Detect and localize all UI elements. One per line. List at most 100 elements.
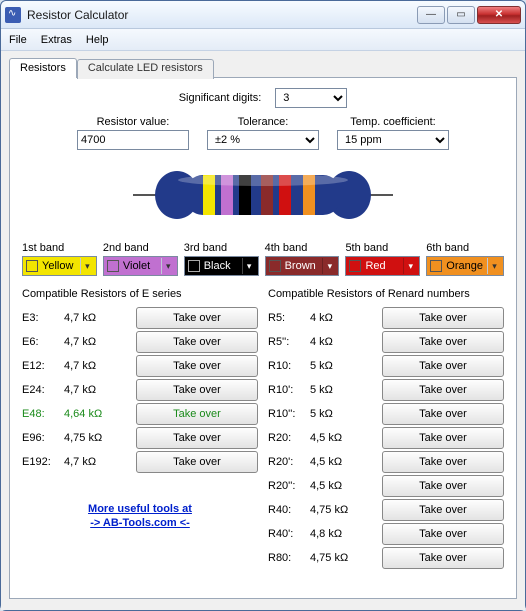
band4-label: 4th band [265,242,340,254]
series-label: R10'': [268,408,310,420]
chevron-down-icon: ▾ [242,258,256,274]
band1-label: 1st band [22,242,97,254]
series-label: R80: [268,552,310,564]
tolerance-group: Tolerance: ±2 % [207,116,319,150]
series-label: R10': [268,384,310,396]
take-over-button[interactable]: Take over [382,523,504,545]
app-icon [5,7,21,23]
tolerance-select[interactable]: ±2 % [207,130,319,150]
resistor-svg [133,160,393,230]
series-value: 5 kΩ [310,384,382,396]
close-button[interactable]: ✕ [477,6,521,24]
series-value: 4,7 kΩ [64,384,136,396]
resistor-value-label: Resistor value: [97,116,170,128]
band4-color-name: Brown [285,260,319,272]
eseries-row: E6:4,7 kΩTake over [22,330,258,354]
series-value: 4 kΩ [310,312,382,324]
series-label: E6: [22,336,64,348]
significant-digits-select[interactable]: 3 [275,88,347,108]
band4-col: 4th band Brown ▾ [265,242,340,276]
band6-select[interactable]: Orange ▾ [426,256,504,276]
take-over-button[interactable]: Take over [136,403,258,425]
band2-select[interactable]: Violet ▾ [103,256,178,276]
renard-row: R10':5 kΩTake over [268,378,504,402]
menu-file[interactable]: File [9,34,27,46]
take-over-button[interactable]: Take over [382,307,504,329]
series-value: 4,5 kΩ [310,480,382,492]
window-title: Resistor Calculator [27,8,417,22]
series-label: E24: [22,384,64,396]
menu-extras[interactable]: Extras [41,34,72,46]
series-value: 4,75 kΩ [64,432,136,444]
titlebar: Resistor Calculator — ▭ ✕ [1,1,525,29]
minimize-button[interactable]: — [417,6,445,24]
tolerance-label: Tolerance: [238,116,289,128]
band6-label: 6th band [426,242,504,254]
take-over-button[interactable]: Take over [382,379,504,401]
temp-coeff-select[interactable]: 15 ppm [337,130,449,150]
maximize-button[interactable]: ▭ [447,6,475,24]
take-over-button[interactable]: Take over [382,475,504,497]
take-over-button[interactable]: Take over [136,331,258,353]
resistor-value-input[interactable] [77,130,189,150]
take-over-button[interactable]: Take over [382,451,504,473]
band5-label: 5th band [345,242,420,254]
series-value: 4,75 kΩ [310,552,382,564]
band1-color-name: Yellow [42,260,76,272]
series-label: R20'': [268,480,310,492]
band5-col: 5th band Red ▾ [345,242,420,276]
chevron-down-icon: ▾ [161,258,175,274]
series-label: E48: [22,408,64,420]
band5-select[interactable]: Red ▾ [345,256,420,276]
resistor-value-group: Resistor value: [77,116,189,150]
take-over-button[interactable]: Take over [136,355,258,377]
band6-color-name: Orange [446,260,483,272]
take-over-button[interactable]: Take over [136,451,258,473]
take-over-button[interactable]: Take over [382,331,504,353]
band3-swatch [188,260,200,272]
tab-led[interactable]: Calculate LED resistors [77,59,214,79]
series-value: 4,7 kΩ [64,360,136,372]
series-label: E12: [22,360,64,372]
renard-column: Compatible Resistors of Renard numbers R… [268,288,504,570]
series-label: R5'': [268,336,310,348]
series-value: 4,8 kΩ [310,528,382,540]
footer-line2: -> AB-Tools.com <- [90,517,190,529]
band5-color-name: Red [365,260,399,272]
take-over-button[interactable]: Take over [382,403,504,425]
renard-row: R10:5 kΩTake over [268,354,504,378]
tab-resistors[interactable]: Resistors [9,58,77,78]
band4-select[interactable]: Brown ▾ [265,256,340,276]
take-over-button[interactable]: Take over [136,379,258,401]
footer-link[interactable]: More useful tools at -> AB-Tools.com <- [22,502,258,531]
band6-swatch [430,260,442,272]
chevron-down-icon: ▾ [322,258,336,274]
band1-select[interactable]: Yellow ▾ [22,256,97,276]
take-over-button[interactable]: Take over [382,499,504,521]
series-value: 4,64 kΩ [64,408,136,420]
values-row: Resistor value: Tolerance: ±2 % Temp. co… [22,116,504,150]
menu-help[interactable]: Help [86,34,109,46]
series-label: R40': [268,528,310,540]
take-over-button[interactable]: Take over [136,307,258,329]
take-over-button[interactable]: Take over [382,427,504,449]
band3-select[interactable]: Black ▾ [184,256,259,276]
chevron-down-icon: ▾ [487,258,501,274]
band2-swatch [107,260,119,272]
eseries-row: E12:4,7 kΩTake over [22,354,258,378]
lists-row: Compatible Resistors of E series E3:4,7 … [22,288,504,570]
footer-line1: More useful tools at [88,503,192,515]
renard-body: R5:4 kΩTake overR5'':4 kΩTake overR10:5 … [268,306,504,570]
band1-swatch [26,260,38,272]
eseries-column: Compatible Resistors of E series E3:4,7 … [22,288,258,570]
take-over-button[interactable]: Take over [382,355,504,377]
series-value: 4,75 kΩ [310,504,382,516]
take-over-button[interactable]: Take over [136,427,258,449]
eseries-title: Compatible Resistors of E series [22,288,258,300]
resistor-image [22,160,504,230]
series-value: 4,7 kΩ [64,312,136,324]
band2-color-name: Violet [123,260,157,272]
take-over-button[interactable]: Take over [382,547,504,569]
series-label: R20': [268,456,310,468]
series-value: 4,7 kΩ [64,336,136,348]
